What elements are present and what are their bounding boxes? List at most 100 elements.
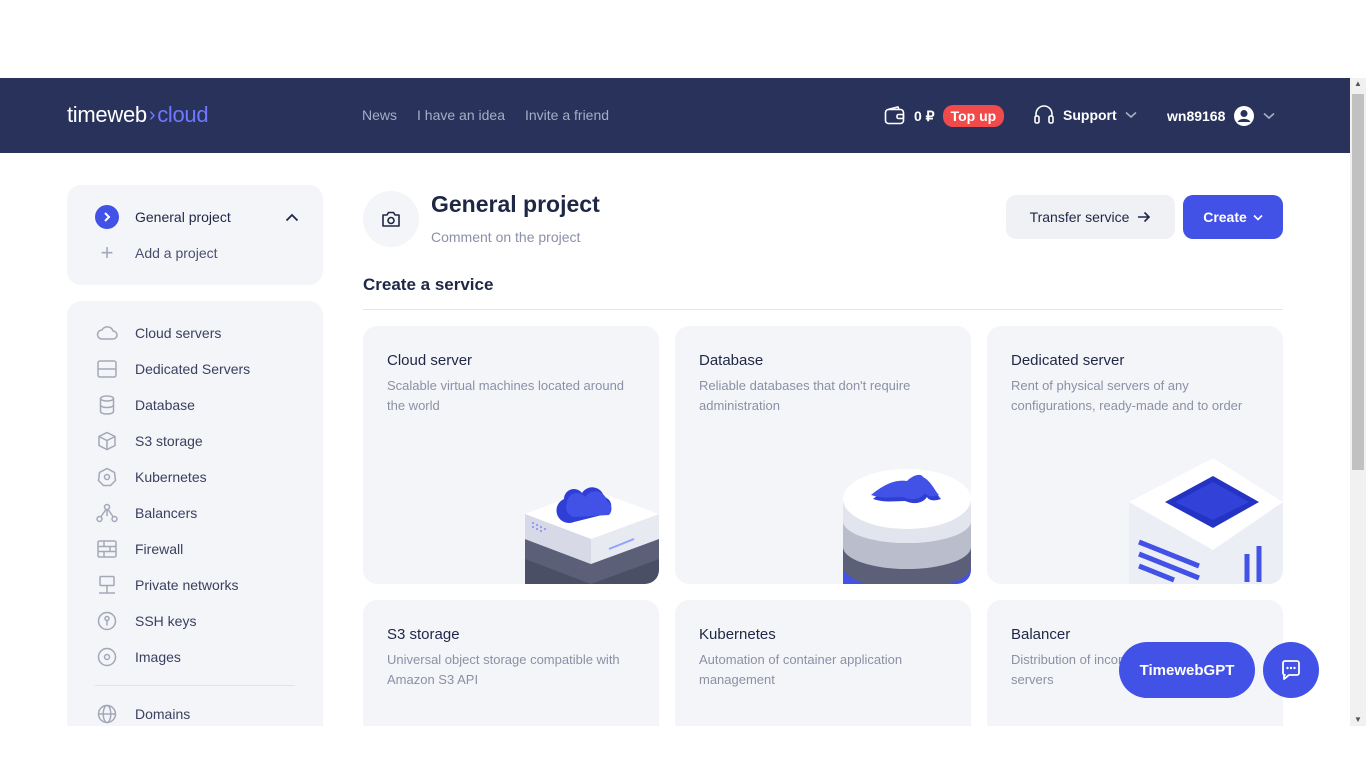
card-title: Cloud server	[387, 352, 473, 369]
project-avatar-button[interactable]	[363, 191, 419, 247]
firewall-icon	[95, 537, 119, 561]
nav-invite-link[interactable]: Invite a friend	[525, 107, 609, 123]
camera-icon	[382, 211, 400, 227]
avatar-icon	[1234, 106, 1255, 126]
sidebar-divider	[95, 685, 295, 686]
sidebar-item-label: SSH keys	[135, 613, 197, 629]
sidebar-item-images[interactable]: Images	[95, 645, 181, 669]
nav-news-link[interactable]: News	[362, 107, 397, 123]
sidebar-item-label: S3 storage	[135, 433, 203, 449]
database-illustration	[843, 469, 971, 584]
wallet-icon[interactable]	[884, 106, 906, 126]
sidebar-item-balancers[interactable]: Balancers	[95, 501, 197, 525]
sidebar-item-kubernetes[interactable]: Kubernetes	[95, 465, 207, 489]
chevron-down-icon	[1263, 112, 1275, 120]
page-viewport: timeweb › cloud News I have an idea Invi…	[0, 78, 1350, 726]
card-title: Balancer	[1011, 626, 1071, 643]
section-title: Create a service	[363, 275, 494, 294]
sidebar-item-label: Firewall	[135, 541, 184, 557]
globe-icon	[95, 702, 119, 726]
nav-idea-link[interactable]: I have an idea	[417, 107, 505, 123]
user-menu-button[interactable]: wn89168	[1167, 105, 1275, 127]
service-card-database[interactable]: Database Reliable databases that don't r…	[675, 326, 971, 584]
page-scrollbar[interactable]: ▲ ▼	[1350, 78, 1366, 726]
dedicated-server-illustration	[1129, 458, 1283, 584]
scroll-down-icon[interactable]: ▼	[1354, 716, 1362, 724]
sidebar-item-label: Database	[135, 397, 195, 413]
sidebar-item-ssh-keys[interactable]: SSH keys	[95, 609, 196, 633]
topup-button[interactable]: Top up	[942, 105, 1005, 127]
card-title: Kubernetes	[699, 626, 776, 643]
add-project-button[interactable]: + Add a project	[95, 240, 218, 265]
card-description: Rent of physical servers of any configur…	[1011, 378, 1243, 413]
balance-value: 0 ₽	[914, 107, 935, 124]
timeweb-cloud-logo[interactable]: timeweb › cloud	[67, 102, 209, 128]
card-description: Scalable virtual machines located around…	[387, 378, 625, 413]
card-title: S3 storage	[387, 626, 460, 643]
card-description: Universal object storage compatible with…	[387, 652, 620, 687]
wallet-area: 0 ₽ Top up	[884, 105, 1005, 127]
top-header: timeweb › cloud News I have an idea Invi…	[0, 78, 1350, 153]
username-label: wn89168	[1167, 108, 1226, 124]
page-title: General project	[431, 191, 600, 217]
sidebar-item-label: Kubernetes	[135, 469, 207, 485]
sidebar-item-label: Images	[135, 649, 181, 665]
disk-icon	[95, 645, 119, 669]
logo-text-timeweb: timeweb	[67, 102, 147, 127]
add-project-label: Add a project	[135, 245, 218, 261]
sidebar-item-label: Balancers	[135, 505, 198, 521]
sidebar-item-dedicated-servers[interactable]: Dedicated Servers	[95, 357, 250, 381]
create-button[interactable]: Create	[1183, 195, 1283, 239]
arrow-right-icon	[1138, 211, 1151, 223]
sidebar-item-firewall[interactable]: Firewall	[95, 537, 183, 561]
project-selector[interactable]: General project	[95, 205, 299, 229]
chevron-up-icon[interactable]	[285, 213, 299, 222]
create-label: Create	[1203, 209, 1247, 225]
scrollbar-thumb[interactable]	[1352, 94, 1364, 470]
bottom-blank-area	[0, 726, 1366, 768]
network-icon	[95, 573, 119, 597]
sidebar-item-label: Domains	[135, 706, 191, 722]
server-icon	[95, 357, 119, 381]
project-chevron-icon	[95, 205, 119, 229]
cloud-server-illustration	[525, 487, 659, 584]
project-panel: General project + Add a project	[67, 185, 323, 285]
sidebar-item-cloud-servers[interactable]: Cloud servers	[95, 321, 221, 345]
cloud-icon	[95, 321, 119, 345]
service-card-s3-storage[interactable]: S3 storage Universal object storage comp…	[363, 600, 659, 726]
service-card-kubernetes[interactable]: Kubernetes Automation of container appli…	[675, 600, 971, 726]
card-description: Automation of container application mana…	[699, 652, 903, 687]
plus-icon: +	[100, 240, 114, 265]
headset-icon	[1034, 105, 1054, 124]
transfer-service-button[interactable]: Transfer service	[1006, 195, 1175, 239]
sidebar-item-domains[interactable]: Domains	[95, 702, 190, 726]
chevron-down-icon	[1125, 111, 1137, 119]
database-icon	[95, 393, 119, 417]
card-title: Database	[699, 352, 764, 369]
sidebar-item-label: Cloud servers	[135, 325, 222, 341]
kubernetes-icon	[95, 465, 119, 489]
sidebar-item-database[interactable]: Database	[95, 393, 195, 417]
service-card-cloud-server[interactable]: Cloud server Scalable virtual machines l…	[363, 326, 659, 584]
sidebar-item-label: Private networks	[135, 577, 239, 593]
card-title: Dedicated server	[1011, 352, 1125, 369]
section-divider	[363, 309, 1283, 310]
chat-button[interactable]	[1263, 642, 1319, 698]
project-name: General project	[135, 209, 231, 225]
header-nav: News I have an idea Invite a friend	[362, 107, 609, 123]
timeweb-gpt-button[interactable]: TimewebGPT	[1119, 642, 1255, 698]
support-label: Support	[1063, 107, 1117, 123]
services-nav: Cloud servers Dedicated Servers Database…	[67, 301, 323, 726]
project-comment-link[interactable]: Comment on the project	[431, 229, 580, 245]
support-menu-button[interactable]: Support	[1033, 105, 1137, 125]
card-description: Reliable databases that don't require ad…	[699, 378, 911, 413]
balancer-icon	[95, 501, 119, 525]
sidebar-item-s3-storage[interactable]: S3 storage	[95, 429, 203, 453]
sidebar-item-private-networks[interactable]: Private networks	[95, 573, 238, 597]
logo-chevron-icon: ›	[148, 103, 156, 126]
key-icon	[95, 609, 119, 633]
scroll-up-icon[interactable]: ▲	[1354, 80, 1362, 88]
cube-icon	[95, 429, 119, 453]
service-card-dedicated-server[interactable]: Dedicated server Rent of physical server…	[987, 326, 1283, 584]
top-blank-area	[0, 0, 1366, 78]
